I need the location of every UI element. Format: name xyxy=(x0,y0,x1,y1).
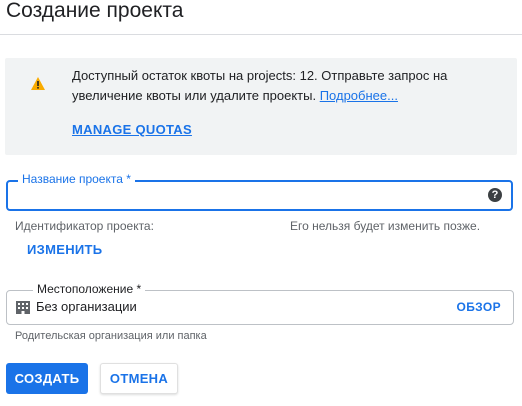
location-hint: Родительская организация или папка xyxy=(15,330,207,342)
organization-icon xyxy=(16,301,30,314)
manage-quotas-link[interactable]: MANAGE QUOTAS xyxy=(72,122,192,137)
change-project-id-button[interactable]: ИЗМЕНИТЬ xyxy=(27,242,102,257)
help-icon[interactable]: ? xyxy=(488,188,502,202)
project-id-label: Идентификатор проекта: xyxy=(15,219,154,233)
project-name-field[interactable]: Название проекта * ? xyxy=(6,171,513,211)
browse-button[interactable]: ОБЗОР xyxy=(457,300,502,314)
location-field[interactable]: Местоположение * Без организации ОБЗОР xyxy=(6,282,514,325)
create-button[interactable]: СОЗДАТЬ xyxy=(6,363,88,394)
cancel-button[interactable]: ОТМЕНА xyxy=(100,363,178,394)
location-label: Местоположение * xyxy=(33,282,146,296)
title-divider xyxy=(0,34,522,35)
project-name-label: Название проекта * xyxy=(18,171,135,187)
learn-more-link[interactable]: Подробнее... xyxy=(320,88,398,103)
location-value: Без организации xyxy=(36,299,137,314)
notice-message: Доступный остаток квоты на projects: 12.… xyxy=(72,66,492,106)
project-id-note: Его нельзя будет изменить позже. xyxy=(290,219,481,233)
page-title: Создание проекта xyxy=(6,0,184,22)
project-name-input[interactable] xyxy=(18,186,482,208)
warning-icon xyxy=(31,77,45,90)
quota-notice: Доступный остаток квоты на projects: 12.… xyxy=(5,58,517,155)
